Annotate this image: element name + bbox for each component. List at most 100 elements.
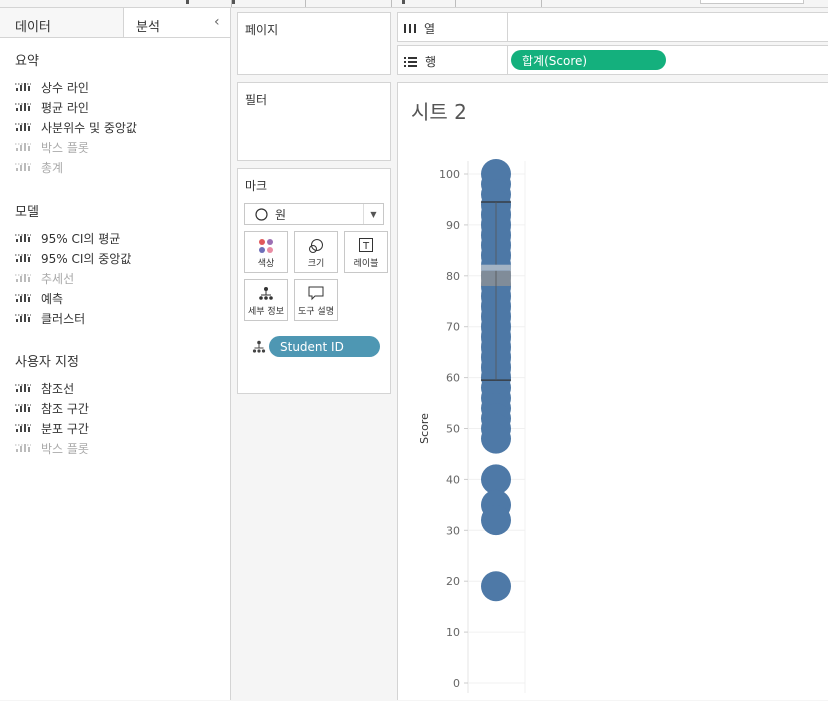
analytics-item[interactable]: 박스 플롯 [15, 439, 89, 457]
y-tick-label: 40 [446, 473, 460, 486]
trend-line-icon [15, 274, 31, 282]
box-band-edge [481, 264, 511, 271]
pages-shelf[interactable]: 페이지 [237, 12, 391, 75]
analytics-item[interactable]: 사분위수 및 중앙값 [15, 118, 137, 136]
color-button[interactable]: 색상 [244, 231, 288, 273]
detail-hierarchy-icon [252, 340, 266, 353]
constant-line-icon [15, 83, 31, 91]
color-dots-icon [259, 239, 273, 253]
analytics-item-label: 참조선 [41, 381, 75, 396]
detail-button[interactable]: 세부 정보 [244, 279, 288, 321]
student-id-pill[interactable]: Student ID [269, 336, 380, 357]
analytics-item-label: 추세선 [41, 271, 75, 286]
analytics-item[interactable]: 평균 라인 [15, 98, 89, 116]
analytics-item[interactable]: 상수 라인 [15, 78, 89, 96]
pages-title: 페이지 [245, 23, 279, 37]
y-tick-label: 80 [446, 270, 460, 283]
quartile-icon [15, 123, 31, 131]
size-button-label: 크기 [307, 259, 325, 269]
circle-mark-icon [255, 207, 268, 221]
section-title: 모델 [15, 205, 39, 220]
size-circles-icon [309, 239, 323, 253]
color-button-label: 색상 [257, 259, 275, 269]
filters-title: 필터 [245, 93, 268, 107]
data-point [481, 571, 511, 602]
columns-icon [404, 24, 416, 33]
analytics-item[interactable]: 95% CI의 중앙값 [15, 249, 131, 267]
analytics-item-label: 상수 라인 [41, 80, 89, 95]
rows-label-text: 행 [425, 55, 437, 69]
analytics-item-label: 예측 [41, 291, 64, 306]
score-sum-pill[interactable]: 합계(Score) [511, 50, 666, 70]
size-button[interactable]: 크기 [294, 231, 338, 273]
box-plot-icon [15, 444, 31, 452]
distribution-band-icon [15, 424, 31, 432]
columns-label: 열 [404, 20, 435, 37]
data-point [481, 505, 511, 536]
y-tick-label: 100 [439, 168, 460, 181]
analytics-item[interactable]: 총계 [15, 158, 63, 176]
section-title: 사용자 지정 [15, 355, 79, 370]
svg-text:T: T [362, 241, 370, 252]
reference-band-icon [15, 404, 31, 412]
detail-hierarchy-icon [259, 287, 273, 300]
rows-icon [404, 57, 417, 67]
collapse-pane-icon[interactable]: ‹ [214, 14, 220, 30]
chevron-down-icon[interactable]: ▼ [363, 204, 383, 224]
tooltip-button[interactable]: 도구 설명 [294, 279, 338, 321]
section-title: 요약 [15, 54, 39, 69]
analytics-item[interactable]: 참조선 [15, 379, 74, 397]
analytics-item[interactable]: 예측 [15, 289, 63, 307]
label-t-icon: T [359, 238, 373, 252]
detail-button-label: 세부 정보 [248, 307, 284, 317]
totals-icon [15, 163, 31, 171]
pane-tabs: 데이터 분석 [0, 8, 230, 38]
score-chart: 0 10 20 30 40 50 60 70 80 90 100 Score [418, 159, 526, 693]
y-axis-label: Score [418, 413, 431, 444]
data-point [481, 423, 511, 454]
analytics-item-label: 참조 구간 [41, 401, 89, 416]
forecast-icon [15, 294, 31, 302]
tab-data[interactable]: 데이터 [0, 8, 124, 37]
reference-line-icon [15, 384, 31, 392]
top-toolbar-strip [0, 0, 828, 8]
analytics-item-label: 총계 [41, 160, 64, 175]
y-tick-label: 70 [446, 321, 460, 334]
mark-type-label: 원 [275, 207, 287, 222]
tooltip-bubble-icon [308, 286, 324, 301]
analytics-item-label: 박스 플롯 [41, 441, 89, 456]
label-button-label: 레이블 [353, 259, 379, 269]
marks-title: 마크 [245, 179, 268, 193]
analytics-item[interactable]: 95% CI의 평균 [15, 229, 120, 247]
analytics-item-label: 박스 플롯 [41, 140, 89, 155]
y-tick-label: 20 [446, 575, 460, 588]
y-tick-label: 10 [446, 626, 460, 639]
tab-analytics[interactable]: 분석 [124, 8, 219, 37]
mark-type-dropdown[interactable]: 원 ▼ [244, 203, 384, 225]
analytics-item-label: 평균 라인 [41, 100, 89, 115]
analytics-item-label: 95% CI의 평균 [41, 231, 121, 246]
analytics-item[interactable]: 분포 구간 [15, 419, 89, 437]
rows-label: 행 [404, 53, 436, 70]
filters-shelf[interactable]: 필터 [237, 82, 391, 161]
analytics-item-label: 사분위수 및 중앙값 [41, 120, 137, 135]
analytics-pane: 데이터 분석 ‹ 요약 상수 라인 평균 라인 사분위수 및 중앙값 박스 플롯 총계 모델… [0, 8, 231, 700]
box-plot-icon [15, 143, 31, 151]
ci-mean-icon [15, 234, 31, 242]
y-tick-label: 30 [446, 524, 460, 537]
analytics-item-label: 분포 구간 [41, 421, 89, 436]
analytics-item[interactable]: 참조 구간 [15, 399, 89, 417]
average-line-icon [15, 103, 31, 111]
marks-card: 마크 원 ▼ 색상 크기 T 레이블 세부 정보 도구 설명 Student I… [237, 168, 391, 394]
analytics-item[interactable]: 클러스터 [15, 309, 85, 327]
columns-shelf[interactable]: 열 [397, 12, 828, 42]
rows-shelf[interactable]: 행 합계(Score) [397, 45, 828, 75]
label-button[interactable]: T 레이블 [344, 231, 388, 273]
columns-label-text: 열 [424, 22, 436, 36]
y-tick-label: 0 [453, 677, 460, 690]
y-tick-label: 90 [446, 219, 460, 232]
tooltip-button-label: 도구 설명 [298, 307, 334, 317]
ci-median-icon [15, 254, 31, 262]
analytics-item[interactable]: 추세선 [15, 269, 74, 287]
analytics-item[interactable]: 박스 플롯 [15, 138, 89, 156]
